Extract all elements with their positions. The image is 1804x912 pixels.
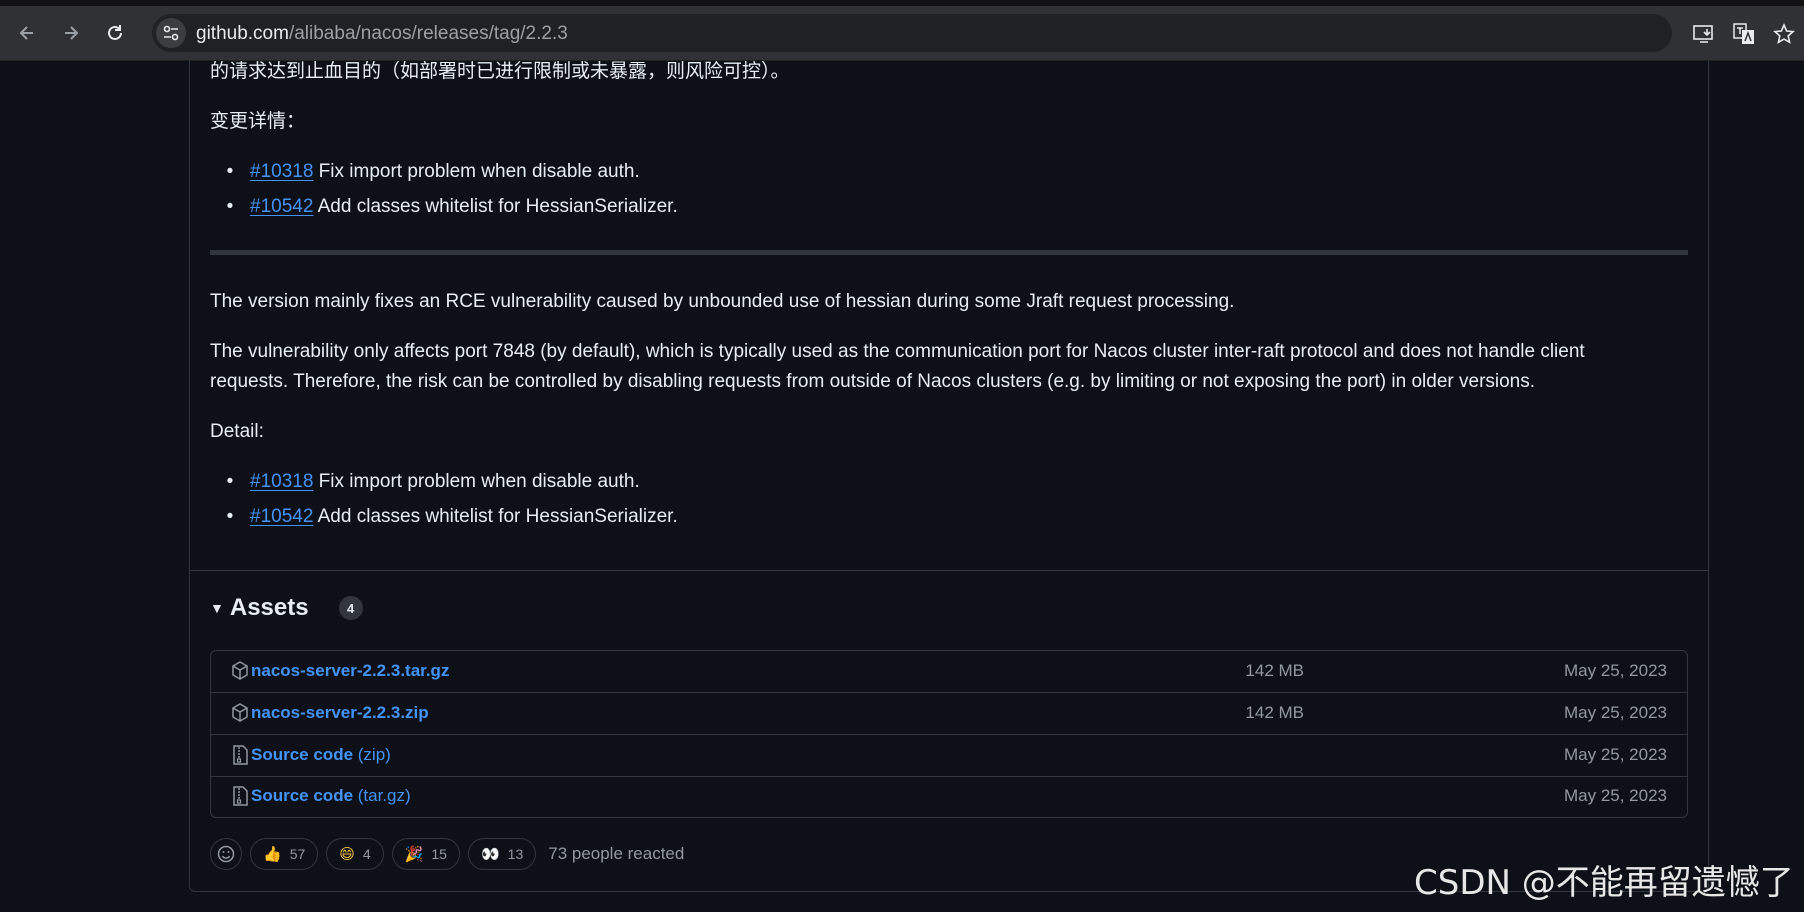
reactions-summary[interactable]: 73 people reacted (548, 844, 684, 864)
asset-row: Source code (tar.gz) May 25, 2023 (211, 776, 1687, 817)
asset-size: 142 MB (1245, 661, 1304, 680)
back-button[interactable] (12, 18, 42, 48)
tune-icon (163, 25, 179, 41)
reaction-hooray[interactable]: 🎉 15 (391, 838, 460, 870)
assets-title: Assets (229, 594, 309, 621)
asset-date: May 25, 2023 (1563, 786, 1667, 805)
asset-row: nacos-server-2.2.3.tar.gz 142 MB May 25,… (211, 651, 1687, 693)
list-item: • #10542 Add classes whitelist for Hessia… (226, 196, 678, 217)
list-item-text: Fix import problem when disable auth. (313, 161, 640, 182)
package-icon (232, 703, 248, 722)
pr-link[interactable]: #10542 (250, 506, 313, 527)
reaction-count: 4 (362, 846, 371, 862)
asset-link[interactable]: nacos-server-2.2.3.tar.gz (251, 661, 449, 681)
tada-icon: 🎉 (404, 846, 424, 863)
asset-row: nacos-server-2.2.3.zip 142 MB May 25, 20… (211, 693, 1687, 735)
asset-date: May 25, 2023 (1563, 703, 1667, 722)
reaction-laugh[interactable]: 😄 4 (326, 838, 384, 870)
cn-paragraph-tail: 的请求达到止血目的（如部署时已进行限制或未暴露，则风险可控）。 (210, 61, 790, 82)
pr-link[interactable]: #10318 (250, 471, 313, 492)
site-info-button[interactable] (156, 18, 186, 48)
asset-sub: (zip) (353, 745, 391, 764)
bookmark-button[interactable] (1770, 20, 1798, 48)
asset-row: Source code (zip) May 25, 2023 (211, 735, 1687, 777)
star-icon (1773, 23, 1795, 44)
reload-button[interactable] (100, 18, 130, 48)
list-item-text: Fix import problem when disable auth. (313, 471, 640, 492)
en-paragraph-2-line2: requests. Therefore, the risk can be con… (210, 371, 1536, 392)
section-divider (190, 570, 1708, 571)
asset-link[interactable]: nacos-server-2.2.3.zip (251, 703, 429, 723)
asset-name: Source code (251, 786, 354, 805)
pr-link[interactable]: #10318 (250, 161, 313, 182)
browser-toolbar: github.com/alibaba/nacos/releases/tag/2.… (0, 6, 1804, 61)
asset-size: 142 MB (1245, 703, 1304, 722)
address-bar[interactable]: github.com/alibaba/nacos/releases/tag/2.… (152, 14, 1672, 52)
install-app-icon (1693, 25, 1713, 43)
en-paragraph-2-line1: The vulnerability only affects port 7848… (210, 341, 1585, 362)
url-path: /alibaba/nacos/releases/tag/2.2.3 (288, 23, 568, 44)
asset-date: May 25, 2023 (1563, 661, 1667, 680)
list-item-text: Add classes whitelist for HessianSeriali… (313, 506, 678, 527)
package-icon (232, 661, 248, 680)
reaction-thumbs-up[interactable]: 👍 57 (250, 838, 319, 870)
asset-name: nacos-server-2.2.3.tar.gz (251, 661, 450, 680)
en-paragraph-1: The version mainly fixes an RCE vulnerab… (210, 291, 1235, 312)
reaction-count: 15 (431, 846, 447, 862)
translate-button[interactable] (1730, 20, 1758, 48)
url-host: github.com (196, 23, 289, 44)
list-item: • #10318 Fix import problem when disable … (226, 471, 640, 492)
translate-icon (1733, 23, 1754, 44)
file-zip-icon (233, 745, 248, 765)
reload-icon (108, 25, 122, 40)
url-text: github.com/alibaba/nacos/releases/tag/2.… (196, 23, 568, 45)
laugh-icon: 😄 (339, 846, 355, 863)
asset-link[interactable]: Source code (zip) (251, 745, 391, 765)
assets-counter: 4 (338, 596, 363, 620)
smiley-icon (217, 845, 235, 863)
cn-detail-label: 变更详情： (210, 111, 306, 132)
pr-link[interactable]: #10542 (250, 196, 313, 217)
arrow-left-icon (19, 26, 33, 40)
horizontal-rule (210, 250, 1688, 255)
release-card: 的请求达到止血目的（如部署时已进行限制或未暴露，则风险可控）。 变更详情： • #… (189, 60, 1709, 892)
en-detail-label: Detail: (210, 421, 264, 442)
list-item: • #10318 Fix import problem when disable … (226, 161, 640, 182)
triangle-down-icon: ▼ (210, 600, 224, 616)
watermark: CSDN @不能再留遗憾了 (1414, 863, 1794, 903)
assets-toggle[interactable]: ▼ Assets 4 (210, 594, 363, 622)
asset-name: nacos-server-2.2.3.zip (251, 703, 429, 722)
asset-link[interactable]: Source code (tar.gz) (251, 786, 411, 806)
reactions-bar: 👍 57 😄 4 🎉 15 👀 13 73 people reacted (210, 838, 684, 870)
list-item-text: Add classes whitelist for HessianSeriali… (313, 196, 678, 217)
add-reaction-button[interactable] (210, 838, 242, 870)
eyes-icon: 👀 (480, 846, 500, 863)
install-app-button[interactable] (1690, 20, 1718, 48)
thumbs-up-icon: 👍 (263, 846, 282, 863)
file-zip-icon (233, 786, 248, 806)
reaction-count: 57 (289, 846, 306, 862)
assets-list: nacos-server-2.2.3.tar.gz 142 MB May 25,… (210, 650, 1688, 818)
asset-name: Source code (251, 745, 354, 764)
asset-date: May 25, 2023 (1563, 745, 1667, 764)
list-item: • #10542 Add classes whitelist for Hessia… (226, 506, 678, 527)
asset-sub: (tar.gz) (353, 786, 411, 805)
arrow-right-icon (65, 26, 79, 40)
forward-button[interactable] (56, 18, 86, 48)
reaction-eyes[interactable]: 👀 13 (467, 838, 537, 870)
reaction-count: 13 (507, 846, 524, 862)
